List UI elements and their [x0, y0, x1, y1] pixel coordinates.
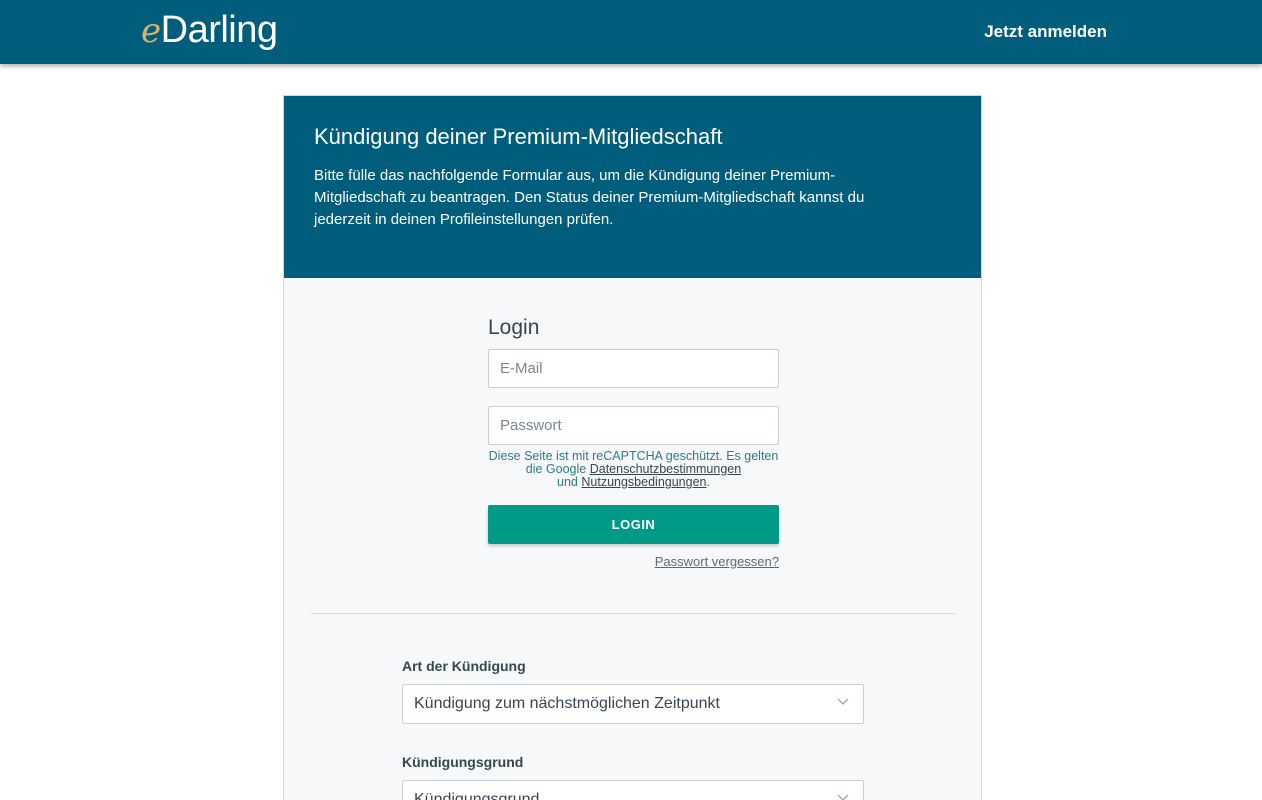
- chevron-down-icon: [837, 698, 849, 705]
- page-title: Kündigung deiner Premium-Mitgliedschaft: [314, 124, 723, 149]
- logo-e: e: [141, 11, 161, 51]
- login-form: Login Diese Seite ist mit reCAPTCHA gesc…: [488, 314, 779, 569]
- card-header: Kündigung deiner Premium-Mitgliedschaft …: [284, 96, 981, 278]
- cancellation-type-value: Kündigung zum nächstmöglichen Zeitpunkt: [414, 695, 720, 712]
- cancellation-card: Kündigung deiner Premium-Mitgliedschaft …: [283, 95, 982, 800]
- login-title: Login: [488, 316, 540, 339]
- edarling-logo[interactable]: eDarling: [141, 8, 278, 52]
- cancellation-reason-group: Kündigungsgrund Kündigungsgrund: [402, 753, 864, 800]
- forgot-password-link[interactable]: Passwort vergessen?: [488, 554, 779, 569]
- recaptcha-and: und: [557, 475, 582, 489]
- recaptcha-end: .: [706, 475, 710, 489]
- terms-link[interactable]: Nutzungsbedingungen: [581, 475, 706, 489]
- intro-text: Bitte fülle das nachfolgende Formular au…: [314, 167, 865, 228]
- password-field[interactable]: [488, 406, 779, 445]
- section-divider: [311, 613, 955, 614]
- logo-text: Darling: [160, 9, 278, 51]
- top-navigation-bar: eDarling Jetzt anmelden: [0, 0, 1262, 64]
- login-button[interactable]: LOGIN: [488, 505, 779, 544]
- cancellation-type-label: Art der Kündigung: [402, 658, 526, 674]
- cancellation-reason-select[interactable]: Kündigungsgrund: [402, 780, 864, 800]
- signup-link[interactable]: Jetzt anmelden: [984, 21, 1107, 43]
- email-field[interactable]: [488, 349, 779, 388]
- cancellation-reason-value: Kündigungsgrund: [414, 791, 540, 800]
- cancellation-type-select[interactable]: Kündigung zum nächstmöglichen Zeitpunkt: [402, 684, 864, 724]
- cancellation-type-group: Art der Kündigung Kündigung zum nächstmö…: [402, 657, 864, 724]
- chevron-down-icon: [837, 794, 849, 800]
- cancellation-reason-label: Kündigungsgrund: [402, 754, 524, 770]
- privacy-link[interactable]: Datenschutzbestimmungen: [590, 462, 741, 476]
- recaptcha-notice: Diese Seite ist mit reCAPTCHA geschützt.…: [488, 450, 779, 489]
